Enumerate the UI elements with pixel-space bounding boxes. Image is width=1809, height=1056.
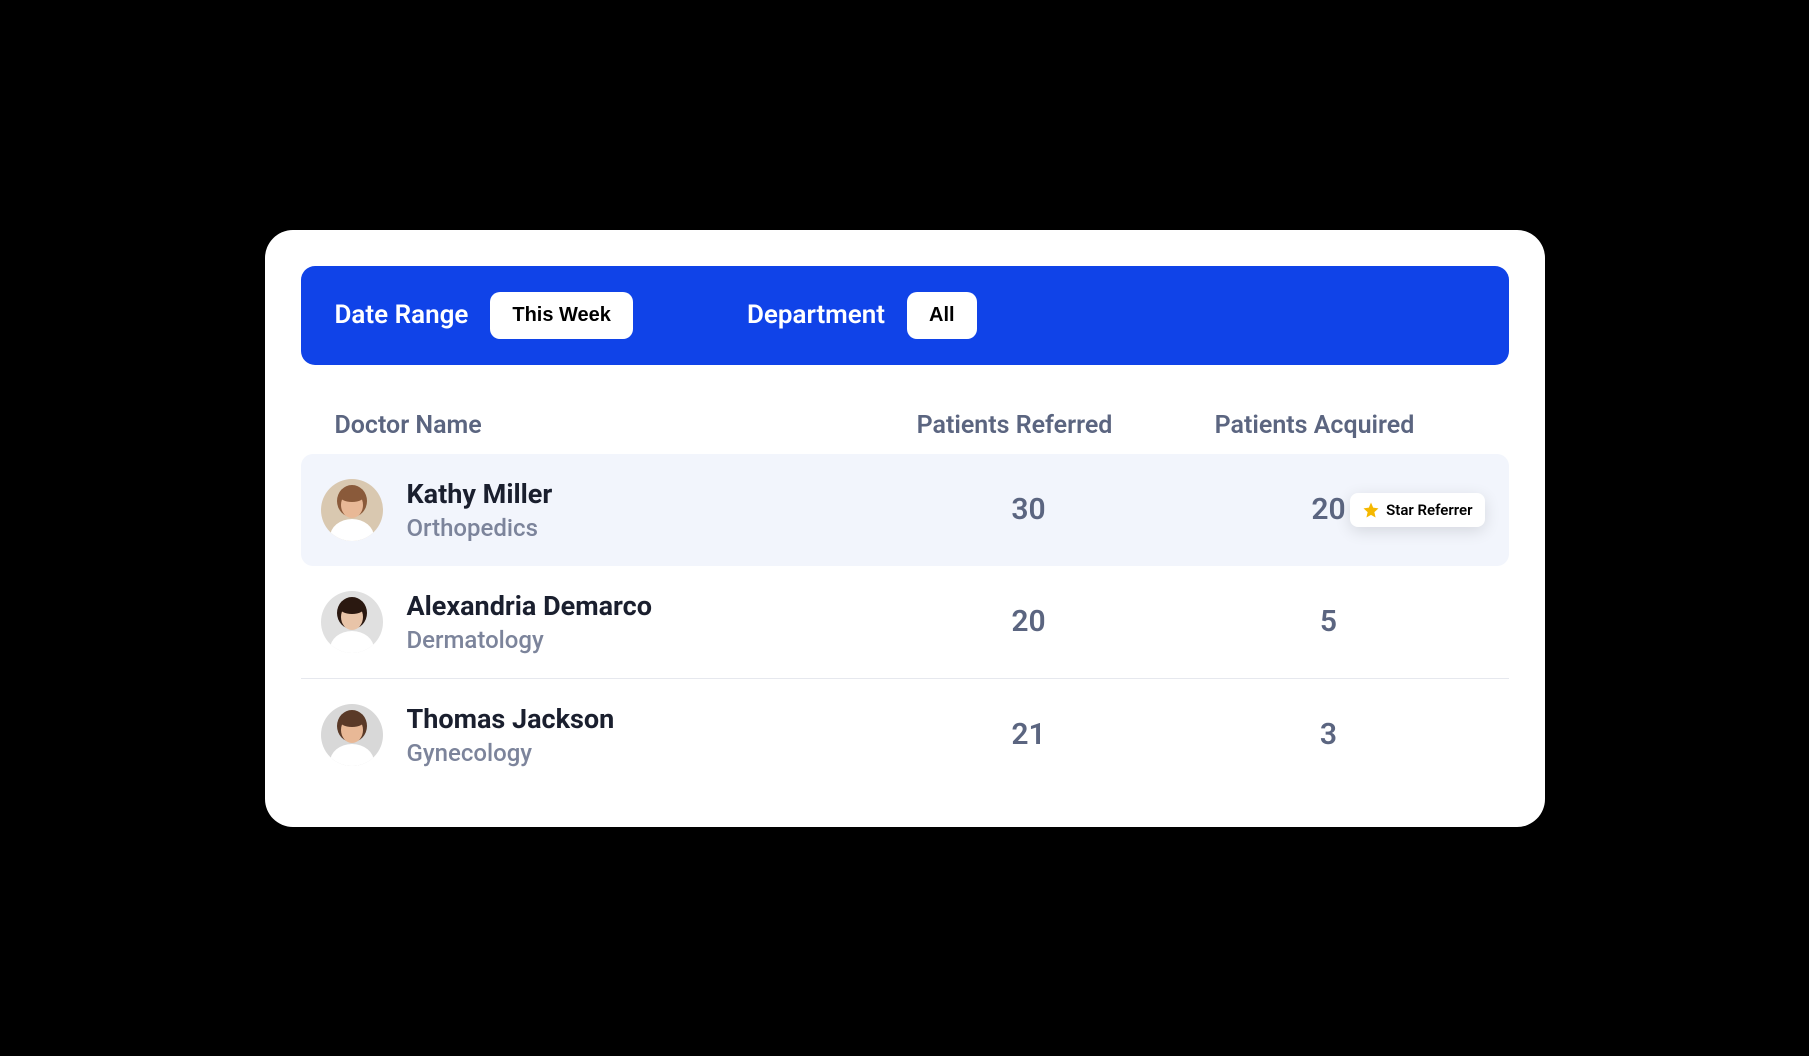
doctor-info: Alexandria Demarco Dermatology <box>407 590 653 654</box>
star-referrer-badge: Star Referrer <box>1350 493 1484 527</box>
star-icon <box>1362 501 1380 519</box>
doctor-department: Dermatology <box>407 626 653 654</box>
table-header: Doctor Name Patients Referred Patients A… <box>301 397 1509 454</box>
department-select[interactable]: All <box>907 292 977 339</box>
acquired-cell: 3 <box>1169 717 1489 752</box>
referral-card: Date Range This Week Department All Doct… <box>265 230 1545 827</box>
avatar <box>321 591 383 653</box>
doctor-department: Orthopedics <box>407 514 553 542</box>
department-label: Department <box>747 300 885 330</box>
avatar <box>321 704 383 766</box>
doctor-info: Thomas Jackson Gynecology <box>407 703 615 767</box>
badge-label: Star Referrer <box>1386 501 1472 519</box>
doctor-department: Gynecology <box>407 739 615 767</box>
filter-bar: Date Range This Week Department All <box>301 266 1509 365</box>
header-patients-acquired: Patients Acquired <box>1155 411 1475 440</box>
acquired-cell: 20 Star Referrer <box>1169 492 1489 527</box>
doctor-cell: Kathy Miller Orthopedics <box>321 478 889 542</box>
header-doctor-name: Doctor Name <box>335 411 875 440</box>
doctor-name: Thomas Jackson <box>407 703 615 735</box>
doctors-table: Doctor Name Patients Referred Patients A… <box>301 397 1509 791</box>
patients-acquired-value: 5 <box>1320 604 1337 639</box>
table-row[interactable]: Alexandria Demarco Dermatology 20 5 <box>301 566 1509 679</box>
doctor-info: Kathy Miller Orthopedics <box>407 478 553 542</box>
date-range-select[interactable]: This Week <box>490 292 633 339</box>
doctor-cell: Alexandria Demarco Dermatology <box>321 590 889 654</box>
doctor-cell: Thomas Jackson Gynecology <box>321 703 889 767</box>
doctor-name: Kathy Miller <box>407 478 553 510</box>
patients-referred-value: 20 <box>889 604 1169 639</box>
date-range-label: Date Range <box>335 300 469 330</box>
patients-referred-value: 30 <box>889 492 1169 527</box>
table-row[interactable]: Thomas Jackson Gynecology 21 3 <box>301 679 1509 791</box>
table-row[interactable]: Kathy Miller Orthopedics 30 20 Star Refe… <box>301 454 1509 566</box>
patients-acquired-value: 20 <box>1311 492 1345 527</box>
patients-acquired-value: 3 <box>1320 717 1337 752</box>
acquired-cell: 5 <box>1169 604 1489 639</box>
avatar <box>321 479 383 541</box>
doctor-name: Alexandria Demarco <box>407 590 653 622</box>
patients-referred-value: 21 <box>889 717 1169 752</box>
header-patients-referred: Patients Referred <box>875 411 1155 440</box>
